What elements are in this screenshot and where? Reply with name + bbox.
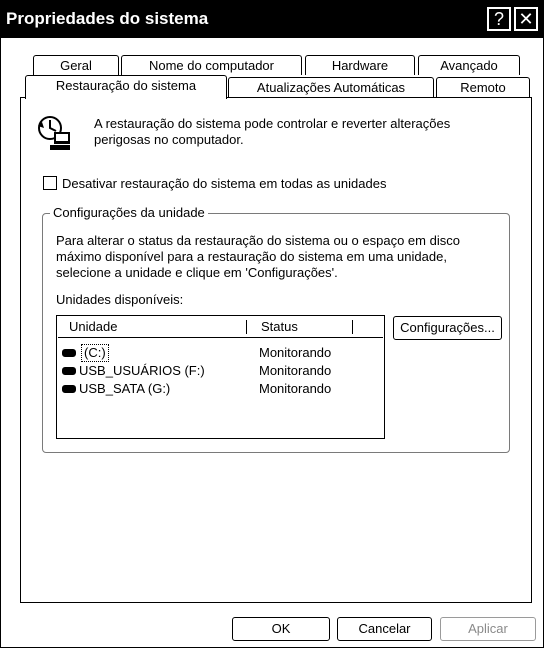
drive-status: Monitorando bbox=[259, 381, 332, 396]
drive-settings-desc-3: selecione a unidade e clique em 'Configu… bbox=[56, 265, 338, 280]
drive-icon bbox=[62, 385, 76, 393]
drive-name: USB_SATA (G:) bbox=[79, 381, 171, 396]
settings-button[interactable]: Configurações... bbox=[393, 316, 502, 340]
tab-hardware[interactable]: Hardware bbox=[305, 55, 415, 75]
system-restore-icon bbox=[36, 114, 72, 152]
drive-name: (C:) bbox=[81, 344, 109, 362]
cancel-button[interactable]: Cancelar bbox=[337, 617, 432, 641]
drives-list[interactable]: Unidade Status (C:) Monitorando USB_USUÁ… bbox=[56, 315, 385, 439]
title-bar[interactable]: Propriedades do sistema ? ✕ bbox=[0, 0, 544, 38]
column-status[interactable]: Status bbox=[261, 317, 298, 337]
help-button[interactable]: ? bbox=[487, 7, 511, 31]
tab-avancado[interactable]: Avançado bbox=[418, 55, 520, 75]
tab-nome-do-computador[interactable]: Nome do computador bbox=[121, 55, 302, 75]
drive-status: Monitorando bbox=[259, 363, 332, 378]
active-tab-join bbox=[26, 96, 226, 98]
disable-restore-checkbox[interactable] bbox=[43, 176, 57, 190]
intro-line-2: perigosas no computador. bbox=[94, 132, 244, 147]
tab-atualizacoes-automaticas[interactable]: Atualizações Automáticas bbox=[228, 77, 434, 97]
drive-icon bbox=[62, 367, 76, 375]
drive-row[interactable]: USB_SATA (G:) Monitorando bbox=[62, 380, 362, 398]
drive-status: Monitorando bbox=[259, 345, 332, 360]
column-separator[interactable] bbox=[352, 320, 353, 334]
close-button[interactable]: ✕ bbox=[514, 7, 538, 31]
drive-row[interactable]: USB_USUÁRIOS (F:) Monitorando bbox=[62, 362, 362, 380]
window-title: Propriedades do sistema bbox=[6, 9, 209, 28]
column-separator[interactable] bbox=[246, 320, 247, 334]
ok-button[interactable]: OK bbox=[232, 617, 330, 641]
tab-geral[interactable]: Geral bbox=[33, 55, 119, 75]
drives-list-header: Unidade Status bbox=[58, 317, 383, 338]
column-unidade[interactable]: Unidade bbox=[69, 317, 117, 337]
apply-button[interactable]: Aplicar bbox=[440, 617, 536, 641]
drive-row[interactable]: (C:) Monitorando bbox=[62, 344, 362, 362]
drive-settings-desc-1: Para alterar o status da restauração do … bbox=[56, 233, 460, 248]
intro-line-1: A restauração do sistema pode controlar … bbox=[94, 116, 451, 131]
tab-remoto[interactable]: Remoto bbox=[436, 77, 530, 97]
drive-settings-desc-2: máximo disponível para a restauração do … bbox=[56, 249, 447, 264]
disable-restore-label[interactable]: Desativar restauração do sistema em toda… bbox=[62, 176, 386, 192]
available-drives-label: Unidades disponíveis: bbox=[56, 292, 184, 307]
drive-name: USB_USUÁRIOS (F:) bbox=[79, 363, 205, 378]
drive-settings-group-label: Configurações da unidade bbox=[50, 205, 208, 221]
drive-icon bbox=[62, 349, 76, 357]
